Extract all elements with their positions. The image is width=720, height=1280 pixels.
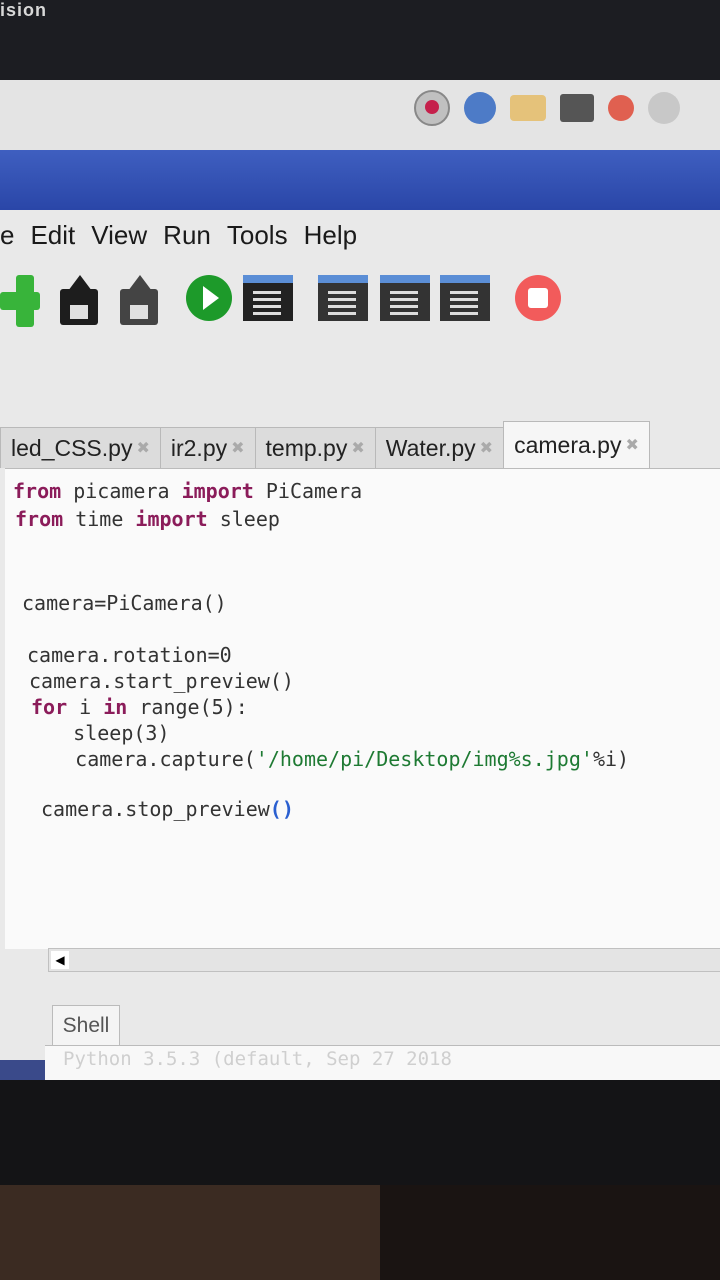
save-disk-icon <box>120 289 158 325</box>
window-titlebar[interactable] <box>0 150 720 210</box>
keyword: from <box>15 507 64 531</box>
browser-icon[interactable] <box>464 92 496 124</box>
tab-camera[interactable]: camera.py ✖ <box>503 421 650 468</box>
screen: e Edit View Run Tools Help led_CSS.py ✖ … <box>0 80 720 1096</box>
tab-led-css[interactable]: led_CSS.py ✖ <box>0 427 161 468</box>
load-button[interactable] <box>58 275 110 327</box>
close-icon[interactable]: ✖ <box>136 438 149 458</box>
code-text: %i) <box>592 747 630 771</box>
debug-button[interactable] <box>243 275 295 327</box>
disk-icon <box>60 289 98 325</box>
system-tray <box>414 90 680 126</box>
code-line: sleep(3) <box>25 721 170 745</box>
shell-output: Python 3.5.3 (default, Sep 27 2018 <box>63 1048 452 1070</box>
code-text: range(5): <box>127 695 248 719</box>
code-text: i <box>67 695 104 719</box>
menu-file[interactable]: e <box>0 220 14 251</box>
app-icon[interactable] <box>648 92 680 124</box>
code-line: for i in range(5): <box>31 695 248 719</box>
code-text: time <box>63 507 136 531</box>
step-out-icon <box>440 275 490 321</box>
debug-icon <box>243 275 293 321</box>
code-line: from time import sleep <box>15 507 280 531</box>
tab-ir2[interactable]: ir2.py ✖ <box>159 427 256 468</box>
run-button[interactable] <box>186 275 238 327</box>
step-out-button[interactable] <box>440 275 492 327</box>
keyword: from <box>13 479 62 503</box>
toolbar <box>0 265 720 340</box>
step-into-icon <box>380 275 430 321</box>
editor-tabs: led_CSS.py ✖ ir2.py ✖ temp.py ✖ Water.py… <box>0 420 720 468</box>
desk-shadow <box>380 1185 720 1280</box>
matched-parens: () <box>269 797 294 821</box>
code-line: camera.rotation=0 <box>27 643 232 667</box>
close-icon[interactable]: ✖ <box>625 435 638 455</box>
monitor-bezel-top: ision <box>0 0 720 90</box>
play-icon <box>186 275 232 321</box>
tab-label: temp.py <box>265 434 348 461</box>
close-icon[interactable]: ✖ <box>231 438 244 458</box>
monitor-brand-label: ision <box>0 0 48 20</box>
stop-icon <box>515 275 561 321</box>
tab-label: ir2.py <box>170 434 228 461</box>
code-text: sleep <box>207 507 280 531</box>
tab-temp[interactable]: temp.py ✖ <box>254 427 376 468</box>
new-file-button[interactable] <box>0 275 52 327</box>
code-line: from picamera import PiCamera <box>13 479 362 503</box>
settings-icon[interactable] <box>608 95 634 121</box>
string-literal: '/home/pi/Desktop/img%s.jpg' <box>255 747 593 771</box>
tab-water[interactable]: Water.py ✖ <box>374 427 505 468</box>
step-over-button[interactable] <box>318 275 370 327</box>
save-button[interactable] <box>118 275 170 327</box>
tab-label: Water.py <box>385 434 476 461</box>
code-line: camera.capture('/home/pi/Desktop/img%s.j… <box>27 747 629 771</box>
taskbar <box>0 80 720 150</box>
step-over-icon <box>318 275 368 321</box>
keyword: for <box>31 695 68 719</box>
menu-run[interactable]: Run <box>163 220 211 251</box>
menu-help[interactable]: Help <box>304 220 357 251</box>
code-text: picamera <box>61 479 182 503</box>
tab-shell[interactable]: Shell <box>52 1005 120 1046</box>
code-editor[interactable]: from picamera import PiCamera from time … <box>5 468 720 949</box>
code-text: camera.stop_preview <box>41 797 270 821</box>
close-icon[interactable]: ✖ <box>480 438 493 458</box>
code-line: camera.start_preview() <box>29 669 294 693</box>
tab-label: led_CSS.py <box>11 434 133 461</box>
keyword: in <box>103 695 128 719</box>
menu-edit[interactable]: Edit <box>30 220 75 251</box>
code-line: camera=PiCamera() <box>22 591 227 615</box>
keyword: import <box>135 507 208 531</box>
terminal-icon[interactable] <box>560 94 594 122</box>
step-into-button[interactable] <box>380 275 432 327</box>
menubar: e Edit View Run Tools Help <box>0 210 720 260</box>
plus-icon-bar <box>0 292 40 310</box>
raspberry-menu-icon[interactable] <box>414 90 450 126</box>
code-line: camera.stop_preview() <box>41 797 294 821</box>
file-manager-icon[interactable] <box>510 95 546 121</box>
horizontal-scrollbar[interactable]: ◀ <box>48 948 720 972</box>
menu-view[interactable]: View <box>91 220 147 251</box>
stop-button[interactable] <box>515 275 567 327</box>
code-text: camera.capture( <box>27 747 256 771</box>
thonny-window: e Edit View Run Tools Help led_CSS.py ✖ … <box>0 210 720 1096</box>
scroll-left-arrow-icon[interactable]: ◀ <box>51 951 69 969</box>
monitor-bezel-bottom <box>0 1080 720 1190</box>
keyword: import <box>181 479 254 503</box>
code-text: PiCamera <box>253 479 363 503</box>
close-icon[interactable]: ✖ <box>351 438 364 458</box>
tab-label: camera.py <box>514 431 622 458</box>
menu-tools[interactable]: Tools <box>227 220 288 251</box>
